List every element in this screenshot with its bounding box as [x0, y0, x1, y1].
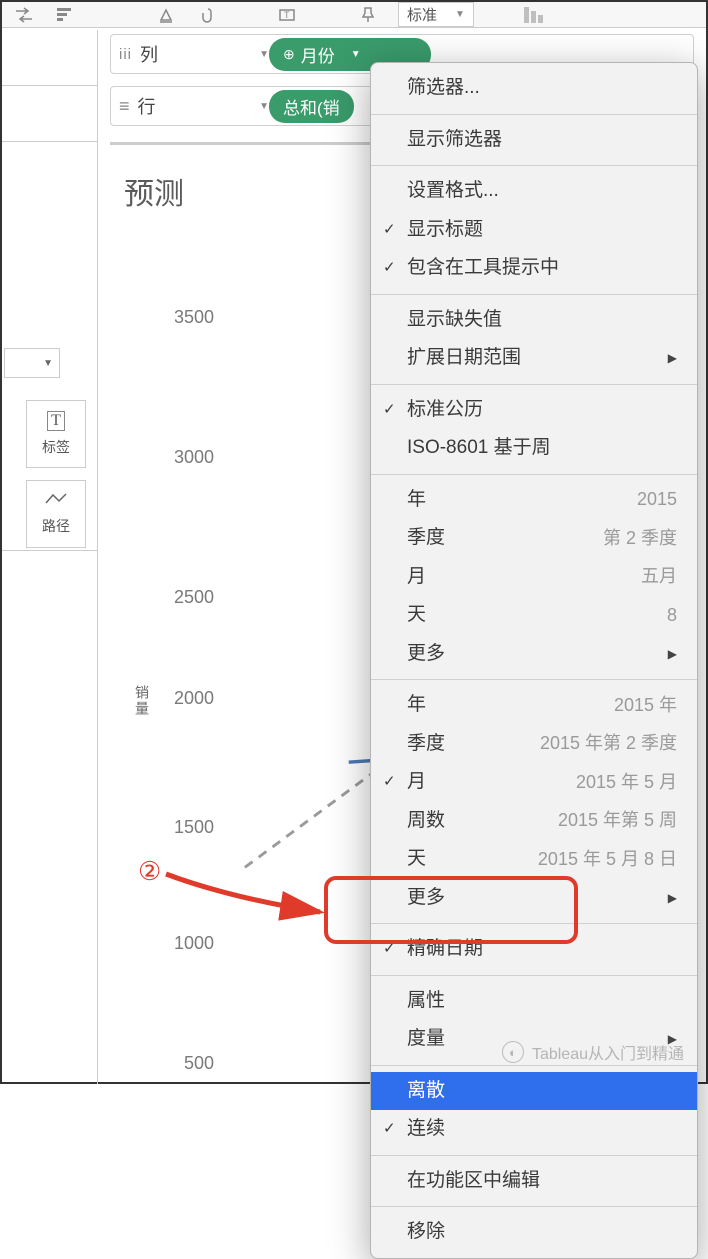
plus-icon: ⊕ [283, 46, 295, 63]
chevron-right-icon: ▶ [668, 645, 677, 663]
dropdown-caret-icon: ▼ [259, 49, 269, 60]
y-tick: 2000 [160, 688, 214, 709]
menu-show-filter[interactable]: 显示筛选器 [371, 121, 697, 160]
chevron-right-icon: ▶ [668, 889, 677, 907]
menu-extend-date[interactable]: 扩展日期范围▶ [371, 339, 697, 378]
pin-icon[interactable] [356, 5, 380, 25]
watermark: ◐ Tableau从入门到精通 [502, 1040, 684, 1064]
menu-quarter-continuous[interactable]: 季度2015 年第 2 季度 [371, 725, 697, 764]
check-icon: ✓ [383, 257, 396, 280]
y-tick: 500 [160, 1053, 214, 1074]
menu-attribute[interactable]: 属性 [371, 982, 697, 1021]
columns-label: 列 [140, 41, 158, 67]
menu-show-missing[interactable]: 显示缺失值 [371, 301, 697, 340]
annotation-number: ② [138, 856, 161, 887]
check-icon: ✓ [383, 219, 396, 242]
top-toolbar: T 标准 ▼ [2, 2, 706, 28]
menu-set-format[interactable]: 设置格式... [371, 172, 697, 211]
menu-month-discrete[interactable]: 月五月 [371, 558, 697, 597]
y-tick: 3500 [160, 307, 214, 328]
wechat-icon: ◐ [502, 1041, 524, 1063]
rows-pill-sum[interactable]: 总和(销 [269, 90, 354, 123]
marks-path-card[interactable]: 路径 [26, 480, 86, 548]
rows-icon: ≡ [119, 96, 130, 117]
y-axis-title: 销量 [132, 685, 152, 717]
marks-label-card[interactable]: T 标签 [26, 400, 86, 468]
svg-text:T: T [284, 10, 290, 20]
left-panel: ▼ T 标签 路径 [2, 30, 98, 1084]
swap-icon[interactable] [12, 5, 36, 25]
y-tick: 1000 [160, 933, 214, 954]
attachment-icon[interactable] [196, 5, 220, 25]
fit-label: 标准 [407, 4, 437, 25]
check-icon: ✓ [383, 399, 396, 422]
menu-day-discrete[interactable]: 天8 [371, 596, 697, 635]
menu-discrete[interactable]: 离散 [371, 1072, 697, 1111]
highlight-icon[interactable] [154, 5, 178, 25]
menu-show-title[interactable]: ✓显示标题 [371, 211, 697, 250]
menu-filter[interactable]: 筛选器... [371, 69, 697, 108]
fit-dropdown[interactable]: 标准 ▼ [398, 2, 474, 27]
menu-include-tooltip[interactable]: ✓包含在工具提示中 [371, 249, 697, 288]
y-tick: 3000 [160, 447, 214, 468]
check-icon: ✓ [383, 1118, 396, 1141]
context-menu: 筛选器... 显示筛选器 设置格式... ✓显示标题 ✓包含在工具提示中 显示缺… [370, 62, 698, 1259]
y-tick: 1500 [160, 817, 214, 838]
text-icon: T [47, 411, 65, 431]
marks-path-text: 路径 [42, 516, 70, 536]
menu-more-discrete[interactable]: 更多▶ [371, 635, 697, 674]
chevron-right-icon: ▶ [668, 349, 677, 367]
menu-continuous[interactable]: ✓连续 [371, 1110, 697, 1149]
pill-text: 月份 [301, 42, 335, 67]
show-me-icon[interactable] [522, 5, 546, 25]
dropdown-caret-icon: ▼ [455, 9, 465, 20]
path-icon [45, 492, 67, 510]
rows-label: 行 [138, 93, 156, 119]
small-dropdown[interactable]: ▼ [4, 348, 60, 378]
columns-label-area: iii 列 ▼ [119, 41, 269, 67]
menu-exact-date[interactable]: ✓精确日期 [371, 930, 697, 969]
y-tick: 2500 [160, 587, 214, 608]
menu-year-discrete[interactable]: 年2015 [371, 481, 697, 520]
menu-more-continuous[interactable]: 更多▶ [371, 879, 697, 918]
sort-icon[interactable] [54, 5, 78, 25]
label-icon[interactable]: T [276, 5, 300, 25]
menu-day-continuous[interactable]: 天2015 年 5 月 8 日 [371, 840, 697, 879]
menu-remove[interactable]: 移除 [371, 1213, 697, 1252]
menu-iso8601[interactable]: ISO-8601 基于周 [371, 429, 697, 468]
menu-quarter-discrete[interactable]: 季度第 2 季度 [371, 519, 697, 558]
columns-icon: iii [119, 46, 132, 63]
chart-title: 预测 [124, 169, 184, 213]
pill-text: 总和(销 [283, 94, 340, 119]
watermark-text: Tableau从入门到精通 [532, 1040, 684, 1064]
menu-edit-shelf[interactable]: 在功能区中编辑 [371, 1162, 697, 1201]
menu-month-continuous[interactable]: ✓月2015 年 5 月 [371, 763, 697, 802]
menu-year-continuous[interactable]: 年2015 年 [371, 686, 697, 725]
caret-down-icon: ▼ [351, 49, 361, 60]
check-icon: ✓ [383, 938, 396, 961]
menu-standard-calendar[interactable]: ✓标准公历 [371, 391, 697, 430]
rows-label-area: ≡ 行 ▼ [119, 93, 269, 119]
check-icon: ✓ [383, 771, 396, 794]
menu-week-continuous[interactable]: 周数2015 年第 5 周 [371, 802, 697, 841]
dropdown-caret-icon: ▼ [259, 101, 269, 112]
marks-label-text: 标签 [42, 437, 70, 457]
